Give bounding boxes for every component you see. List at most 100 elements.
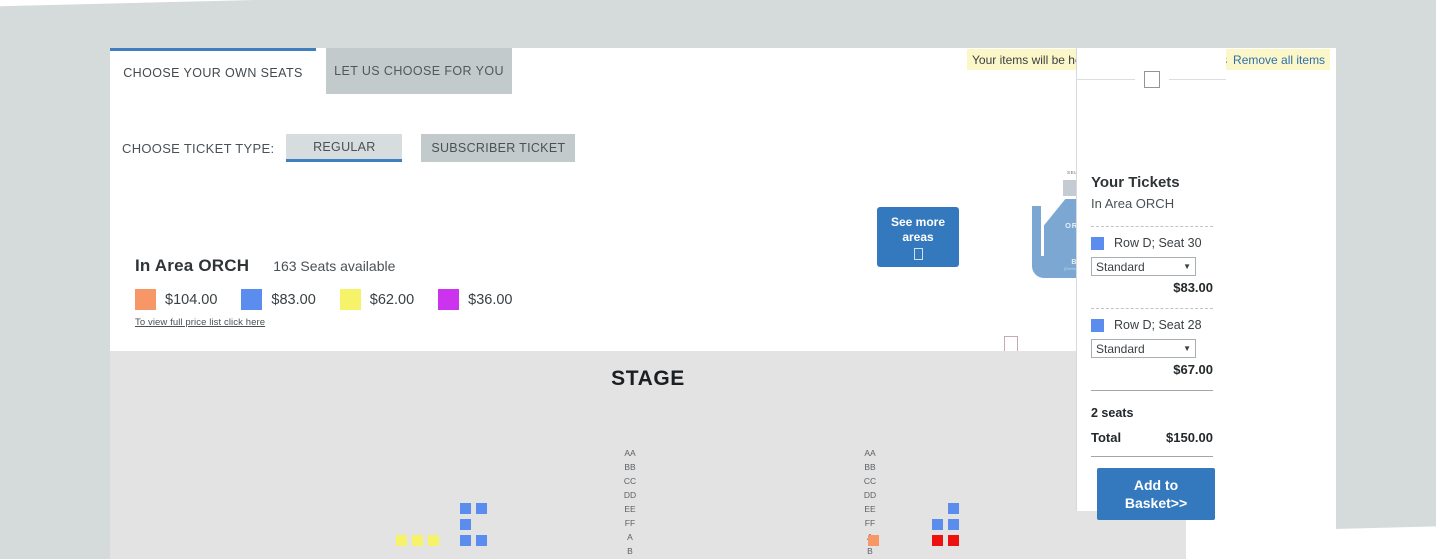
seat-blue-3[interactable] bbox=[460, 519, 471, 530]
legend-price: $104.00 bbox=[165, 291, 218, 308]
ticket-color-swatch bbox=[1091, 318, 1104, 332]
seat-blue-4[interactable] bbox=[460, 535, 471, 546]
tab-label: LET US CHOOSE FOR YOU bbox=[334, 64, 504, 78]
price-swatch-36 bbox=[438, 289, 460, 310]
your-tickets-sidebar: Your Tickets In Area ORCH Row D; Seat 30… bbox=[1076, 48, 1226, 520]
row-label: BB bbox=[624, 462, 636, 472]
legend-item: $83.00 bbox=[241, 289, 316, 310]
legend-item: $62.00 bbox=[339, 289, 415, 310]
row-label: EE bbox=[864, 504, 876, 514]
tab-choose-your-own-seats[interactable]: CHOOSE YOUR OWN SEATS bbox=[110, 48, 316, 94]
row-label: B bbox=[867, 546, 873, 556]
divider bbox=[1091, 226, 1213, 227]
sidebar-subtitle: In Area ORCH bbox=[1091, 196, 1175, 211]
expand-icon bbox=[913, 247, 923, 260]
seat-yellow-3[interactable] bbox=[428, 535, 439, 546]
ticket-color-swatch bbox=[1091, 236, 1104, 250]
sidebar-collapse-handle[interactable] bbox=[1077, 70, 1226, 88]
stage-label: STAGE bbox=[611, 367, 685, 390]
ticket-type-row: CHOOSE TICKET TYPE: REGULAR SUBSCRIBER T… bbox=[122, 134, 576, 162]
legend-price: $36.00 bbox=[468, 291, 513, 308]
see-more-areas-button[interactable]: See more areas bbox=[877, 207, 959, 267]
seat-yellow-2[interactable] bbox=[412, 535, 423, 546]
legend-price: $83.00 bbox=[271, 291, 316, 308]
ticket-type-label: CHOOSE TICKET TYPE: bbox=[122, 140, 275, 156]
see-more-line1: See more bbox=[890, 214, 946, 229]
ticket-type-value: Standard bbox=[1096, 341, 1145, 356]
legend-price: $62.00 bbox=[369, 291, 415, 308]
remove-all-items-link[interactable]: Remove all items bbox=[1233, 53, 1325, 67]
row-label: B bbox=[627, 546, 633, 556]
legend-item: $36.00 bbox=[438, 289, 513, 310]
seat-selected-30[interactable] bbox=[948, 535, 959, 546]
divider bbox=[1091, 390, 1213, 391]
seat-blue-10[interactable] bbox=[948, 519, 959, 530]
ticket-seat-label: Row D; Seat 30 bbox=[1114, 236, 1202, 250]
ticket-item-1: Row D; Seat 30 Standard ▼ $83.00 bbox=[1091, 236, 1213, 295]
area-name: In Area ORCH bbox=[135, 256, 250, 275]
ticket-type-select-2[interactable]: Standard ▼ bbox=[1091, 339, 1196, 358]
row-label: AA bbox=[864, 448, 876, 458]
add-to-basket-label: Add to Basket>> bbox=[1125, 476, 1187, 512]
ticket-seat-row: Row D; Seat 30 bbox=[1091, 236, 1213, 250]
seat-orange-1[interactable] bbox=[868, 535, 879, 546]
row-label: CC bbox=[863, 476, 877, 486]
seat-count-label: 2 seats bbox=[1091, 406, 1134, 420]
seat-blue-9[interactable] bbox=[932, 519, 943, 530]
chevron-down-icon: ▼ bbox=[1183, 344, 1191, 353]
seat-blue-8[interactable] bbox=[948, 503, 959, 514]
divider bbox=[1091, 456, 1213, 457]
area-header: In Area ORCH 163 Seats available bbox=[135, 256, 395, 276]
row-label: DD bbox=[623, 490, 637, 500]
ticket-item-2: Row D; Seat 28 Standard ▼ $67.00 bbox=[1091, 318, 1213, 377]
handle-line-right bbox=[1168, 78, 1226, 80]
row-label: A bbox=[627, 532, 633, 542]
legend-item: $104.00 bbox=[135, 289, 217, 310]
ticket-price-1: $83.00 bbox=[1173, 280, 1213, 295]
handle-line-left bbox=[1077, 78, 1135, 80]
tab-let-us-choose-for-you[interactable]: LET US CHOOSE FOR YOU bbox=[326, 48, 512, 94]
minimap-wing-left bbox=[1032, 206, 1041, 256]
ticket-type-subscriber-button[interactable]: SUBSCRIBER TICKET bbox=[421, 134, 576, 162]
seat-blue-2[interactable] bbox=[476, 503, 487, 514]
sidebar-title: Your Tickets bbox=[1091, 174, 1180, 191]
ticket-type-select-1[interactable]: Standard ▼ bbox=[1091, 257, 1196, 276]
price-legend: $104.00 $83.00 $62.00 $36.00 bbox=[135, 289, 537, 310]
area-availability: 163 Seats available bbox=[273, 258, 396, 274]
seat-selected-28[interactable] bbox=[932, 535, 943, 546]
price-swatch-104 bbox=[135, 289, 156, 310]
ticket-price-2: $67.00 bbox=[1173, 362, 1213, 377]
see-more-line2: areas bbox=[902, 229, 934, 244]
seat-yellow-1[interactable] bbox=[396, 535, 407, 546]
divider bbox=[1091, 308, 1213, 309]
add-to-basket-line2: Basket>> bbox=[1124, 495, 1188, 511]
tab-active-underline bbox=[110, 93, 316, 94]
seat-blue-5[interactable] bbox=[476, 535, 487, 546]
row-label: EE bbox=[624, 504, 636, 514]
page-root: CHOOSE YOUR OWN SEATS LET US CHOOSE FOR … bbox=[0, 0, 1436, 559]
seat-map[interactable]: STAGE AABBCCDDEEFFABCDEF AABBCCDDEEFFABC… bbox=[110, 351, 1186, 559]
row-label: DD bbox=[863, 490, 877, 500]
full-price-list-link[interactable]: To view full price list click here bbox=[135, 317, 265, 328]
ticket-seat-row: Row D; Seat 28 bbox=[1091, 318, 1213, 332]
total-value: $150.00 bbox=[1166, 430, 1213, 445]
ticket-type-regular-button[interactable]: REGULAR bbox=[286, 134, 403, 162]
price-swatch-83 bbox=[241, 289, 263, 310]
row-label: AA bbox=[624, 448, 636, 458]
seat-blue-1[interactable] bbox=[460, 503, 471, 514]
ticket-seat-label: Row D; Seat 28 bbox=[1114, 318, 1202, 332]
row-label: FF bbox=[864, 518, 876, 528]
ticket-type-value: Standard bbox=[1096, 259, 1145, 274]
chevron-down-icon: ▼ bbox=[1183, 262, 1191, 271]
tab-label: CHOOSE YOUR OWN SEATS bbox=[123, 65, 303, 80]
add-to-basket-button[interactable]: Add to Basket>> bbox=[1097, 468, 1215, 520]
add-to-basket-line1: Add to bbox=[1133, 477, 1179, 493]
row-label: CC bbox=[623, 476, 637, 486]
total-label: Total bbox=[1091, 430, 1122, 445]
row-label: BB bbox=[864, 462, 876, 472]
drag-handle-icon[interactable] bbox=[1143, 70, 1160, 88]
price-swatch-62 bbox=[339, 289, 361, 310]
row-label-column-left: AABBCCDDEEFFABCDEF bbox=[622, 446, 638, 559]
total-row: Total $150.00 bbox=[1091, 430, 1213, 445]
row-label: FF bbox=[624, 518, 636, 528]
